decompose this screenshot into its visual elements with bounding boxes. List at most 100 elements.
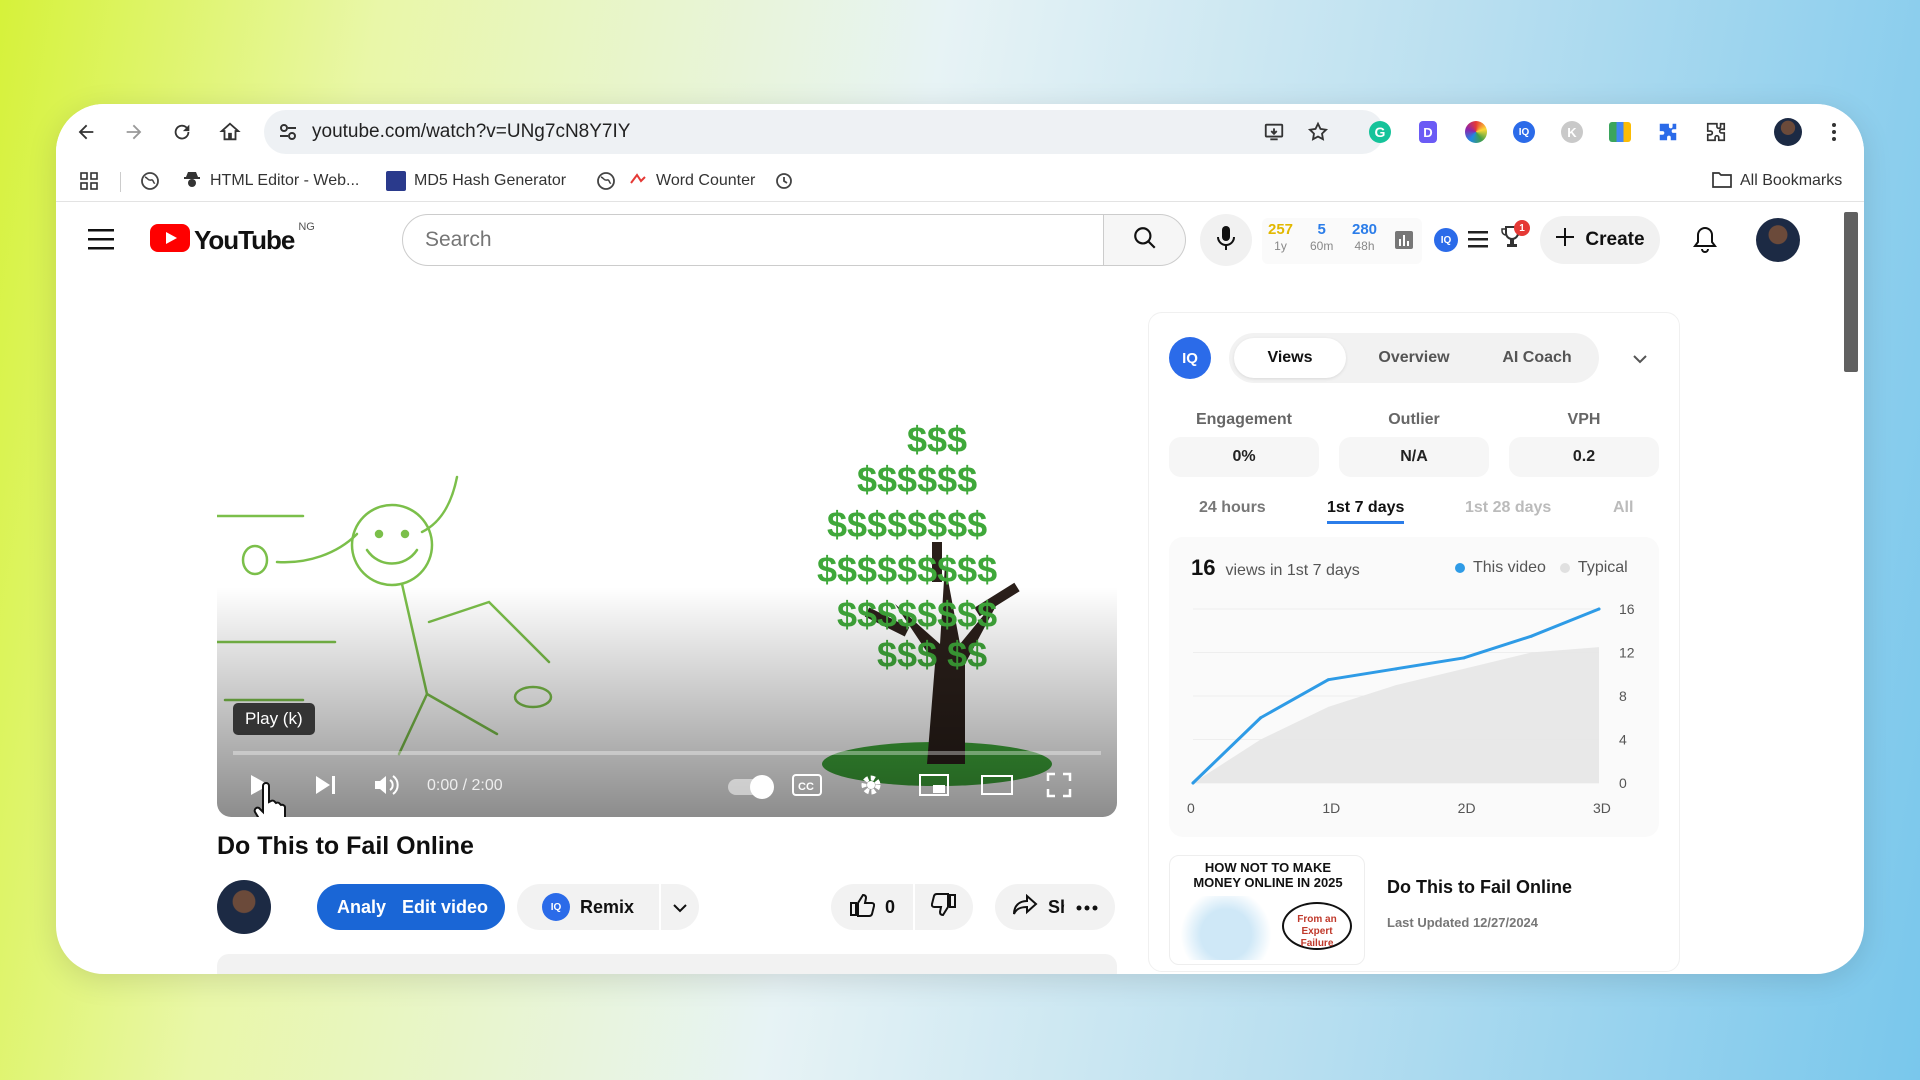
avatar[interactable]	[1756, 218, 1800, 262]
apps-icon[interactable]	[80, 168, 98, 194]
autoplay-toggle[interactable]	[725, 767, 775, 807]
all-bookmarks[interactable]: All Bookmarks	[1712, 168, 1842, 194]
fullscreen-button[interactable]	[1039, 767, 1079, 807]
dislike-button[interactable]	[915, 884, 973, 930]
range-1st-28-days[interactable]: 1st 28 days	[1465, 499, 1551, 517]
bookmark-word-counter[interactable]: Word Counter	[628, 168, 755, 194]
tab-views[interactable]: Views	[1234, 338, 1346, 378]
vidiq-logo-icon[interactable]: IQ	[1434, 228, 1458, 252]
puzzle-extension-icon[interactable]	[1654, 118, 1682, 146]
microphone-icon	[1215, 225, 1237, 256]
reload-icon[interactable]	[166, 116, 198, 148]
vidiq-extension-icon[interactable]: IQ	[1510, 118, 1538, 146]
remix-button[interactable]: IQ Remix	[517, 884, 659, 930]
extensions-menu-icon[interactable]	[1702, 118, 1730, 146]
stat-value: 280	[1352, 221, 1378, 238]
youtube-logo[interactable]: YouTube NG	[150, 221, 315, 257]
address-bar[interactable]: youtube.com/watch?v=UNg7cN8Y7IY	[264, 110, 1384, 154]
browser-menu-icon[interactable]	[1820, 118, 1848, 146]
install-app-icon[interactable]	[1260, 118, 1288, 146]
this-video-point	[1326, 678, 1330, 682]
maps-extension-icon[interactable]	[1606, 118, 1634, 146]
stat-sub: 48h	[1354, 239, 1375, 253]
forward-icon[interactable]	[118, 116, 150, 148]
like-button[interactable]: 0	[831, 884, 913, 930]
youtube-play-logo-icon	[150, 224, 190, 257]
site-settings-icon[interactable]	[278, 122, 298, 147]
profile-avatar[interactable]	[1772, 116, 1804, 148]
globe-icon[interactable]	[596, 168, 616, 194]
video-summary-card[interactable]: HOW NOT TO MAKE MONEY ONLINE IN 2025 Fro…	[1169, 855, 1659, 965]
like-count: 0	[884, 896, 895, 917]
description-box[interactable]	[217, 954, 1117, 974]
metric-value-vph: 0.2	[1509, 437, 1659, 477]
metric-label-vph: VPH	[1567, 411, 1601, 428]
x-tick-label: 2D	[1458, 800, 1476, 816]
bookmark-md5-hash[interactable]: MD5 Hash Generator	[386, 168, 566, 194]
metric-value-engagement: 0%	[1169, 437, 1319, 477]
thumbnail-bubble: From an Expert Failure	[1282, 902, 1352, 950]
card-title: Do This to Fail Online	[1387, 877, 1573, 897]
tab-ai-coach[interactable]: AI Coach	[1481, 338, 1593, 378]
analytics-button[interactable]: Analy	[337, 897, 386, 918]
extension-d-icon[interactable]: D	[1414, 118, 1442, 146]
this-video-point	[1529, 634, 1533, 638]
list-menu-icon[interactable]	[1468, 230, 1488, 253]
volume-button[interactable]	[369, 767, 403, 807]
video-title: Do This to Fail Online	[217, 832, 474, 860]
time-display: 0:00 / 2:00	[427, 777, 503, 794]
bookmark-label: MD5 Hash Generator	[414, 172, 567, 189]
globe-icon[interactable]	[140, 168, 160, 194]
search-input[interactable]	[425, 228, 1025, 252]
history-icon[interactable]	[774, 168, 794, 194]
notifications-bell-icon[interactable]	[1692, 226, 1718, 259]
thumbnail-illustration	[1176, 896, 1276, 960]
range-24-hours[interactable]: 24 hours	[1199, 499, 1266, 517]
bookmark-html-editor[interactable]: HTML Editor - Web...	[182, 168, 359, 194]
this-video-point	[1394, 667, 1398, 671]
hamburger-menu-icon[interactable]	[88, 228, 114, 255]
grammarly-icon[interactable]: G	[1366, 118, 1394, 146]
create-button[interactable]: Create	[1540, 216, 1660, 264]
home-icon[interactable]	[214, 116, 246, 148]
play-tooltip: Play (k)	[233, 703, 315, 735]
bar-chart-icon[interactable]	[1394, 230, 1414, 255]
voice-search-button[interactable]	[1200, 214, 1252, 266]
metric-label-engagement: Engagement	[1195, 411, 1292, 428]
page-scrollbar[interactable]	[1844, 212, 1858, 372]
captions-button[interactable]: CC	[787, 767, 827, 807]
theater-mode-button[interactable]	[977, 767, 1017, 807]
progress-bar[interactable]	[233, 751, 1101, 755]
more-actions-button[interactable]	[1064, 884, 1110, 930]
color-picker-icon[interactable]	[1462, 118, 1490, 146]
views-chart: 16 12 8 4 0 0 1D 2D 3D	[1187, 601, 1635, 816]
trophy-icon[interactable]: 1	[1500, 220, 1530, 255]
range-all[interactable]: All	[1613, 499, 1633, 517]
stat-48h: 280 48h	[1352, 222, 1377, 254]
spy-icon	[182, 169, 202, 194]
video-player[interactable]: $$$ $$$$$$ $$$$$$$$ $$$$$$$$$ $$$$$$$$ $…	[217, 312, 1117, 817]
stat-value: 5	[1317, 221, 1326, 238]
extension-k-icon[interactable]: K	[1558, 118, 1586, 146]
range-1st-7-days[interactable]: 1st 7 days	[1327, 499, 1405, 524]
next-button[interactable]	[309, 767, 343, 807]
remix-dropdown[interactable]	[661, 884, 699, 930]
vidiq-stats-widget[interactable]: 257 1y 5 60m 280 48h	[1262, 218, 1422, 264]
miniplayer-button[interactable]	[914, 767, 954, 807]
settings-button[interactable]	[851, 767, 891, 807]
youtube-header: YouTube NG 257 1y 5 60m 28	[56, 202, 1864, 278]
back-icon[interactable]	[70, 116, 102, 148]
chevron-down-icon[interactable]	[1633, 351, 1647, 369]
thumbnail-heading: HOW NOT TO MAKE MONEY ONLINE IN 2025	[1193, 860, 1343, 890]
tab-overview[interactable]: Overview	[1358, 338, 1470, 378]
fullscreen-icon	[1046, 772, 1072, 803]
gear-icon	[858, 772, 884, 803]
bookmark-star-icon[interactable]	[1304, 118, 1332, 146]
closed-captions-icon: CC	[792, 773, 822, 801]
stat-1y: 257 1y	[1268, 222, 1293, 254]
search-button[interactable]	[1104, 214, 1186, 266]
miniplayer-icon	[919, 773, 949, 801]
channel-avatar[interactable]	[217, 880, 271, 934]
edit-video-button[interactable]: Edit video	[402, 897, 488, 918]
vidiq-logo-icon: IQ	[1169, 337, 1211, 379]
